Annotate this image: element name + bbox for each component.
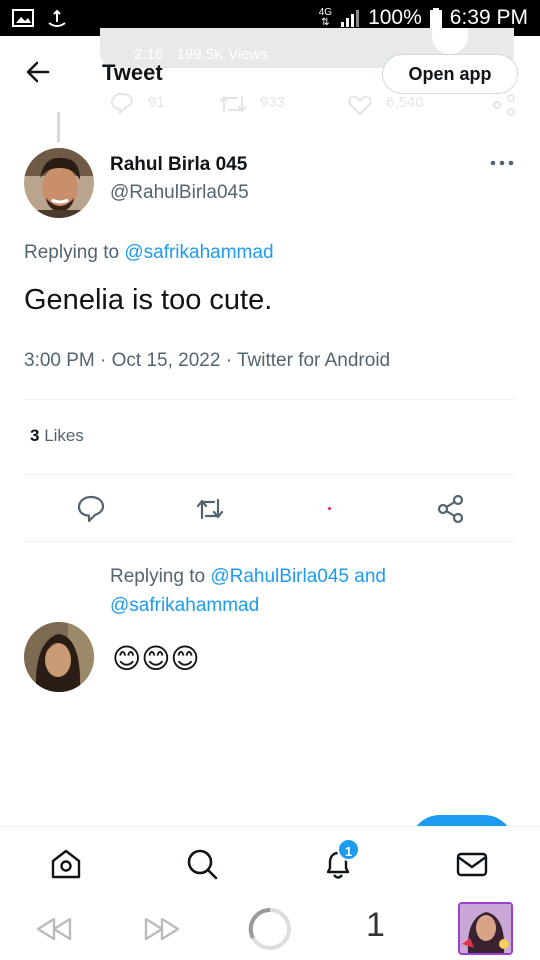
author-display-name[interactable]: Rahul Birla 045: [110, 154, 247, 176]
likes-label: Likes: [44, 426, 84, 445]
search-icon[interactable]: [185, 847, 219, 881]
signal-icon: [341, 10, 360, 27]
tab-thumbnail[interactable]: [458, 902, 513, 955]
clock: 6:39 PM: [449, 6, 528, 29]
loading-spinner-icon[interactable]: [247, 906, 293, 952]
likes-count-link[interactable]: 3 Likes: [30, 426, 84, 446]
reply-icon: [110, 92, 134, 114]
header: 2:16 · 199.5K Views 91 933 6,540 Tweet O…: [0, 28, 540, 116]
usb-notification-icon: [48, 9, 66, 27]
mention-link[interactable]: @safrikahammad: [124, 242, 273, 263]
more-options-icon[interactable]: [490, 158, 514, 168]
ghost-reply-count: 91: [148, 94, 165, 111]
back-arrow-icon[interactable]: [24, 58, 52, 86]
share-icon: [493, 94, 515, 116]
network-type-indicator: 4G ⇅: [318, 7, 333, 28]
divider: [24, 399, 516, 400]
retweet-icon[interactable]: [195, 494, 225, 524]
battery-percent: 100%: [368, 6, 422, 29]
like-button-dot[interactable]: [328, 507, 331, 510]
divider: [24, 541, 516, 542]
likes-count: 3: [30, 426, 40, 445]
author-handle[interactable]: @RahulBirla045: [110, 182, 249, 204]
browser-forward-icon[interactable]: [142, 916, 182, 942]
author-avatar[interactable]: [24, 148, 94, 218]
reply-icon[interactable]: [76, 494, 106, 524]
ghost-circle: [432, 28, 468, 54]
tweet-text: Genelia is too cute.: [24, 284, 273, 316]
thread-connector-line: [57, 112, 60, 142]
reply-replying-to-line: Replying to @RahulBirla045 and @safrikah…: [110, 562, 510, 620]
replying-prefix: Replying to: [24, 242, 120, 263]
mention-link[interactable]: @safrikahammad: [110, 595, 259, 616]
reply-author-avatar[interactable]: [24, 622, 94, 692]
and-word: and: [354, 566, 386, 587]
share-icon[interactable]: [436, 494, 466, 524]
reply-text: 😊😊😊: [112, 643, 200, 674]
ghost-like-count: 6,540: [386, 94, 424, 111]
browser-toolbar: 1: [0, 898, 540, 960]
gallery-notification-icon: [12, 9, 34, 27]
page-title: Tweet: [102, 60, 163, 85]
divider: [24, 474, 516, 475]
messages-mail-icon[interactable]: [455, 847, 489, 881]
tweet-timestamp-source[interactable]: 3:00 PM · Oct 15, 2022 · Twitter for And…: [24, 350, 390, 372]
browser-back-icon[interactable]: [34, 916, 74, 942]
heart-icon: [348, 95, 372, 116]
open-app-button[interactable]: Open app: [382, 54, 518, 94]
tab-count[interactable]: 1: [366, 906, 385, 945]
battery-icon: [429, 8, 442, 28]
bottom-nav: 1: [0, 826, 540, 898]
mention-link[interactable]: @RahulBirla045: [210, 566, 349, 587]
ghost-retweet-count: 933: [260, 94, 286, 111]
replying-to-line: Replying to @safrikahammad: [24, 242, 274, 264]
home-icon[interactable]: [49, 847, 83, 881]
retweet-icon: [219, 95, 247, 113]
notification-badge: 1: [337, 838, 360, 861]
reply-replying-prefix: Replying to: [110, 566, 206, 587]
